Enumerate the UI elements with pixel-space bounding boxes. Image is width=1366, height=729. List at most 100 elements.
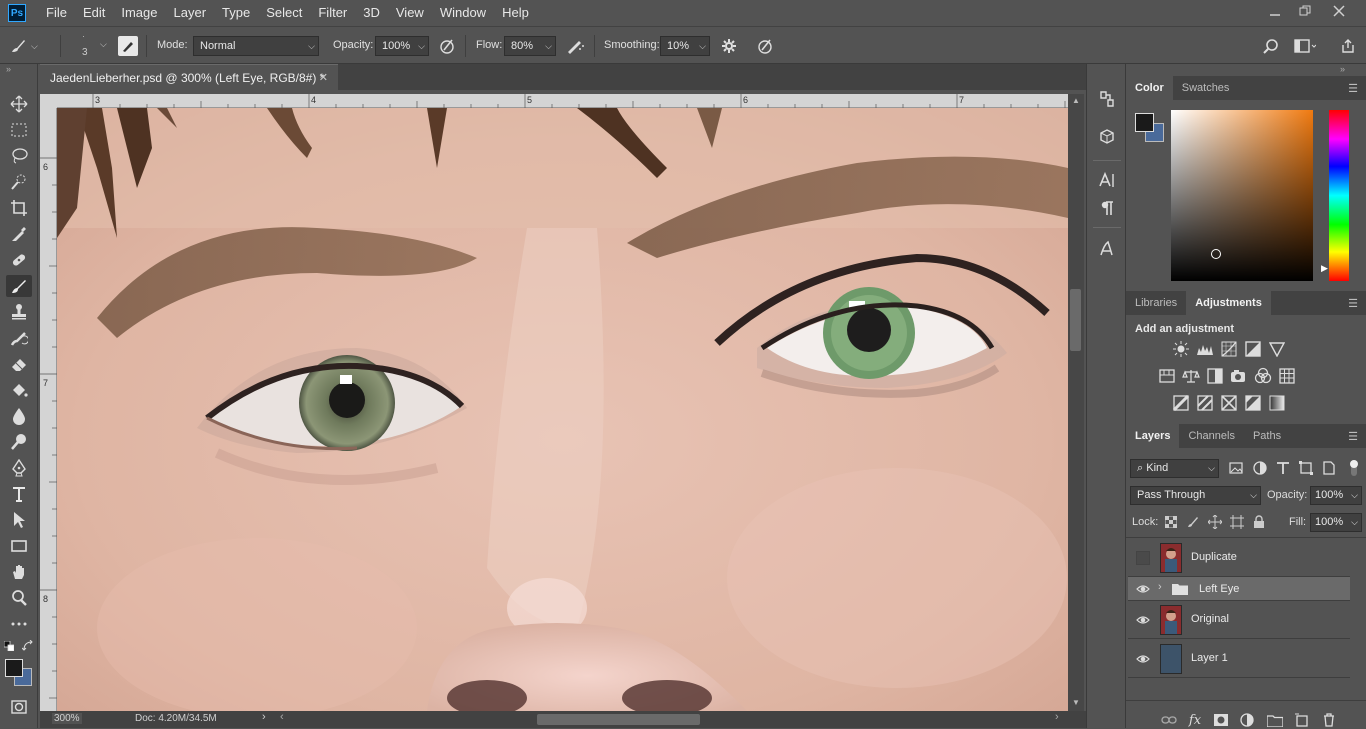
tab-color[interactable]: Color	[1126, 76, 1173, 100]
filter-type-icon[interactable]	[1275, 460, 1291, 476]
zoom-tool-icon[interactable]	[6, 587, 32, 609]
filter-pixel-icon[interactable]	[1228, 460, 1244, 476]
layer-row-left-eye[interactable]: › Left Eye	[1128, 577, 1350, 601]
visibility-toggle-off[interactable]	[1136, 551, 1150, 565]
scroll-up-icon[interactable]: ▲	[1072, 96, 1080, 105]
brush-size-caret-icon[interactable]: ⌵	[100, 39, 107, 50]
blur-tool-icon[interactable]	[6, 405, 32, 427]
vibrance-icon[interactable]	[1267, 340, 1287, 358]
menu-layer[interactable]: Layer	[166, 0, 215, 26]
menu-select[interactable]: Select	[258, 0, 310, 26]
tab-paths[interactable]: Paths	[1244, 424, 1290, 448]
photo-filter-icon[interactable]	[1229, 367, 1249, 385]
zoom-level[interactable]: 300%	[52, 713, 82, 724]
new-layer-icon[interactable]	[1292, 711, 1310, 729]
levels-icon[interactable]	[1195, 340, 1215, 358]
type-tool-icon[interactable]	[6, 483, 32, 505]
lock-artboard-icon[interactable]	[1230, 515, 1244, 529]
workspace-icon[interactable]	[1292, 36, 1318, 56]
menu-image[interactable]: Image	[113, 0, 165, 26]
dodge-tool-icon[interactable]	[6, 431, 32, 453]
3d-panel-icon[interactable]	[1096, 126, 1118, 148]
menu-window[interactable]: Window	[432, 0, 494, 26]
lock-transparent-icon[interactable]	[1164, 515, 1178, 529]
lock-position-icon[interactable]	[1208, 515, 1222, 529]
scroll-down-icon[interactable]: ▼	[1072, 698, 1080, 707]
canvas[interactable]	[57, 108, 1068, 711]
hue-slider[interactable]	[1329, 110, 1349, 281]
invert-icon[interactable]	[1171, 394, 1191, 412]
panel-menu-icon[interactable]: ☰	[1348, 430, 1358, 443]
filter-adjustment-icon[interactable]	[1252, 460, 1268, 476]
exposure-icon[interactable]	[1243, 340, 1263, 358]
move-tool-icon[interactable]	[6, 93, 32, 115]
curves-icon[interactable]	[1219, 340, 1239, 358]
airbrush-icon[interactable]	[564, 36, 586, 56]
layer-row-layer-1[interactable]: Layer 1	[1128, 640, 1350, 678]
hand-tool-icon[interactable]	[6, 561, 32, 583]
more-tools-icon[interactable]	[6, 613, 32, 635]
eye-icon[interactable]	[1136, 652, 1150, 666]
horizontal-scroll-thumb[interactable]	[537, 714, 700, 725]
document-tab[interactable]: JaedenLieberher.psd @ 300% (Left Eye, RG…	[40, 64, 338, 90]
filter-toggle[interactable]	[1348, 458, 1360, 478]
filter-smart-object-icon[interactable]	[1321, 460, 1337, 476]
collapse-panels-icon[interactable]: »	[1340, 64, 1345, 74]
clone-stamp-tool-icon[interactable]	[6, 301, 32, 323]
quick-mask-icon[interactable]	[6, 696, 32, 718]
default-colors-icon[interactable]	[4, 641, 14, 651]
eraser-tool-icon[interactable]	[6, 353, 32, 375]
hue-saturation-icon[interactable]	[1157, 367, 1177, 385]
tab-adjustments[interactable]: Adjustments	[1186, 291, 1271, 315]
crop-tool-icon[interactable]	[6, 197, 32, 219]
menu-type[interactable]: Type	[214, 0, 258, 26]
pressure-size-icon[interactable]	[754, 36, 776, 56]
lasso-tool-icon[interactable]	[6, 145, 32, 167]
channel-mixer-icon[interactable]	[1253, 367, 1273, 385]
lock-pixels-icon[interactable]	[1186, 515, 1200, 529]
new-group-icon[interactable]	[1266, 711, 1284, 729]
layer-row-duplicate[interactable]: Duplicate	[1128, 539, 1350, 577]
layer-row-original[interactable]: Original	[1128, 601, 1350, 639]
character-panel-icon[interactable]	[1096, 169, 1118, 191]
minimize-button[interactable]	[1258, 0, 1292, 22]
share-icon[interactable]	[1338, 36, 1358, 56]
close-button[interactable]	[1322, 0, 1356, 22]
brightness-contrast-icon[interactable]	[1171, 340, 1191, 358]
smoothing-options-gear-icon[interactable]	[718, 36, 740, 56]
paragraph-panel-icon[interactable]	[1096, 197, 1118, 219]
history-brush-tool-icon[interactable]	[6, 327, 32, 349]
glyphs-panel-icon[interactable]	[1096, 238, 1118, 260]
path-selection-tool-icon[interactable]	[6, 509, 32, 531]
eye-icon[interactable]	[1136, 582, 1150, 596]
healing-brush-tool-icon[interactable]	[6, 249, 32, 271]
doc-info[interactable]: Doc: 4.20M/34.5M	[135, 713, 217, 724]
color-lookup-icon[interactable]	[1277, 367, 1297, 385]
threshold-icon[interactable]	[1219, 394, 1239, 412]
horizontal-ruler[interactable]: 3 4 5 6 7	[57, 94, 1068, 108]
panel-menu-icon[interactable]: ☰	[1348, 297, 1358, 310]
blend-mode-select[interactable]: Pass Through ⌵	[1130, 486, 1261, 505]
tab-swatches[interactable]: Swatches	[1173, 76, 1239, 100]
menu-file[interactable]: File	[38, 0, 75, 26]
mode-select[interactable]: Normal ⌵	[193, 36, 319, 56]
delete-layer-icon[interactable]	[1320, 711, 1338, 729]
tab-channels[interactable]: Channels	[1179, 424, 1243, 448]
dropdown-caret-icon[interactable]: ⌵	[31, 41, 38, 52]
restore-button[interactable]	[1288, 0, 1322, 22]
menu-edit[interactable]: Edit	[75, 0, 113, 26]
brush-preset-icon[interactable]	[8, 36, 28, 56]
link-layers-icon[interactable]	[1160, 711, 1178, 729]
color-balance-icon[interactable]	[1181, 367, 1201, 385]
new-adjustment-layer-icon[interactable]	[1238, 711, 1256, 729]
color-picker-field[interactable]	[1171, 110, 1313, 281]
swap-colors-icon[interactable]	[22, 640, 34, 652]
menu-filter[interactable]: Filter	[310, 0, 355, 26]
pressure-opacity-icon[interactable]	[437, 36, 457, 56]
menu-3d[interactable]: 3D	[355, 0, 388, 26]
eye-icon[interactable]	[1136, 613, 1150, 627]
opacity-field[interactable]: 100% ⌵	[375, 36, 429, 56]
brush-tool-icon[interactable]	[6, 275, 32, 297]
layer-opacity-field[interactable]: 100% ⌵	[1310, 486, 1362, 505]
vertical-ruler[interactable]: 6 7 8	[40, 108, 57, 711]
